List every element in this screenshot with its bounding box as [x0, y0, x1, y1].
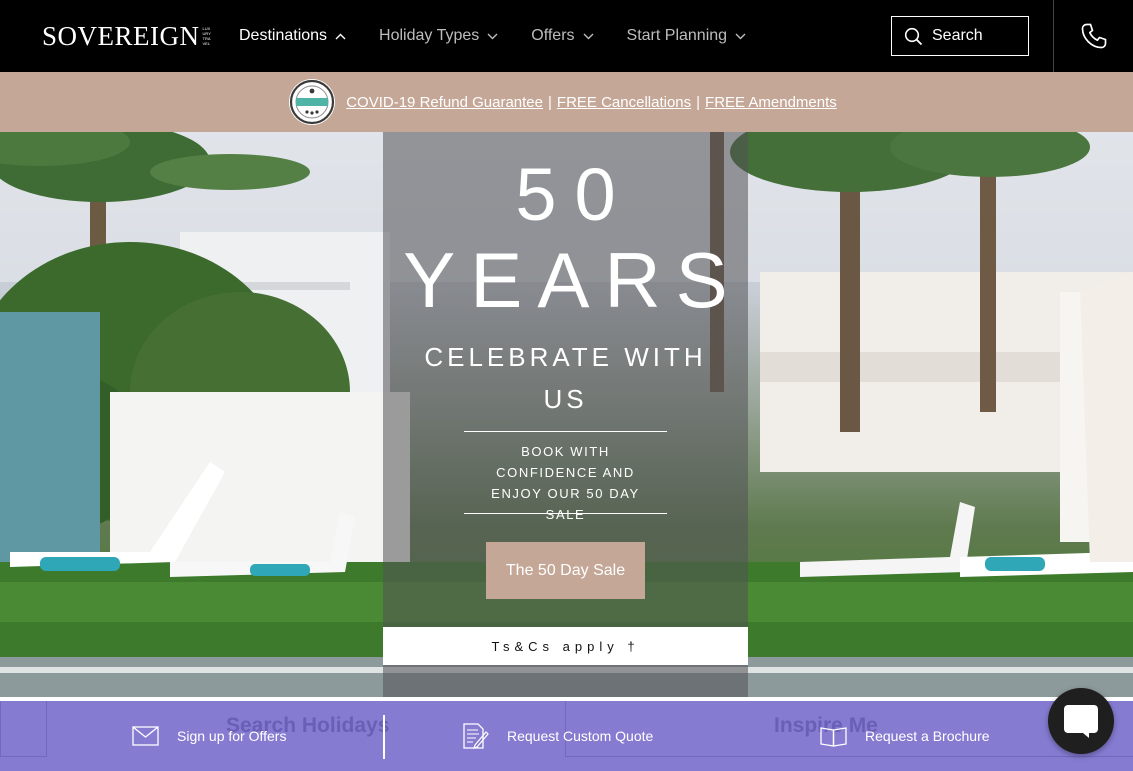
refund-banner: COVID-19 Refund Guarantee | FREE Cancell…	[0, 72, 1133, 132]
hero-title-word: YEARS	[403, 236, 743, 324]
search-label: Search	[932, 27, 983, 44]
nav-start-planning-label: Start Planning	[626, 27, 728, 44]
hero-section: 50 YEARS CELEBRATE WITH US BOOK WITH CON…	[0, 132, 1133, 697]
request-custom-quote-label: Request Custom Quote	[507, 728, 654, 744]
terms-conditions-button[interactable]: Ts&Cs apply †	[383, 627, 748, 665]
logo-wordmark: SOVEREIGN	[42, 20, 200, 51]
chevron-up-icon	[335, 33, 346, 39]
document-pen-icon	[463, 723, 489, 749]
nav-holiday-types[interactable]: Holiday Types	[379, 27, 498, 45]
hero-rule-top	[464, 431, 667, 432]
sign-up-offers-button[interactable]: Sign up for Offers	[132, 721, 286, 751]
envelope-icon	[132, 726, 159, 746]
fifty-day-sale-button[interactable]: The 50 Day Sale	[486, 542, 645, 599]
refund-guarantee-badge-icon	[289, 79, 336, 125]
chat-bubble-icon	[1064, 705, 1098, 738]
free-cancellations-link[interactable]: FREE Cancellations	[557, 94, 691, 111]
live-chat-button[interactable]	[1048, 688, 1114, 754]
logo-subtext: LUXURY TRAVEL	[202, 26, 211, 46]
sign-up-offers-label: Sign up for Offers	[177, 728, 287, 744]
nav-destinations[interactable]: Destinations	[239, 27, 346, 45]
request-brochure-button[interactable]: Request a Brochure	[820, 721, 990, 751]
search-icon	[904, 27, 923, 45]
nav-start-planning[interactable]: Start Planning	[627, 27, 747, 45]
hero-title-number: 50	[515, 153, 634, 236]
nav-holiday-types-label: Holiday Types	[379, 27, 480, 44]
nav-offers-label: Offers	[531, 27, 575, 44]
free-amendments-link[interactable]: FREE Amendments	[705, 94, 837, 111]
chevron-down-icon	[583, 33, 594, 39]
bottom-action-bar: Search Holidays Inspire Me Sign up for O…	[0, 701, 1133, 771]
hero-subtitle: CELEBRATE WITH US	[424, 342, 707, 414]
nav-offers[interactable]: Offers	[531, 27, 594, 45]
request-brochure-label: Request a Brochure	[865, 728, 990, 744]
phone-icon[interactable]	[1080, 22, 1108, 50]
nav-destinations-label: Destinations	[239, 27, 328, 44]
main-nav: Destinations Holiday Types Offers Start …	[239, 0, 779, 72]
search-button[interactable]: Search	[891, 16, 1029, 56]
chevron-down-icon	[735, 33, 746, 39]
header-divider	[1053, 0, 1054, 72]
site-header: SOVEREIGN LUXURY TRAVEL Destinations Hol…	[0, 0, 1133, 72]
tab-frame-left	[0, 701, 47, 757]
sovereign-logo[interactable]: SOVEREIGN LUXURY TRAVEL	[42, 20, 212, 52]
refund-guarantee-link[interactable]: COVID-19 Refund Guarantee	[346, 94, 543, 111]
open-book-icon	[820, 727, 847, 747]
chevron-down-icon	[487, 33, 498, 39]
banner-separator: |	[548, 93, 552, 111]
bottom-bar-divider	[383, 715, 385, 759]
request-custom-quote-button[interactable]: Request Custom Quote	[462, 721, 653, 751]
hero-rule-bottom	[464, 513, 667, 514]
banner-separator: |	[696, 93, 701, 111]
